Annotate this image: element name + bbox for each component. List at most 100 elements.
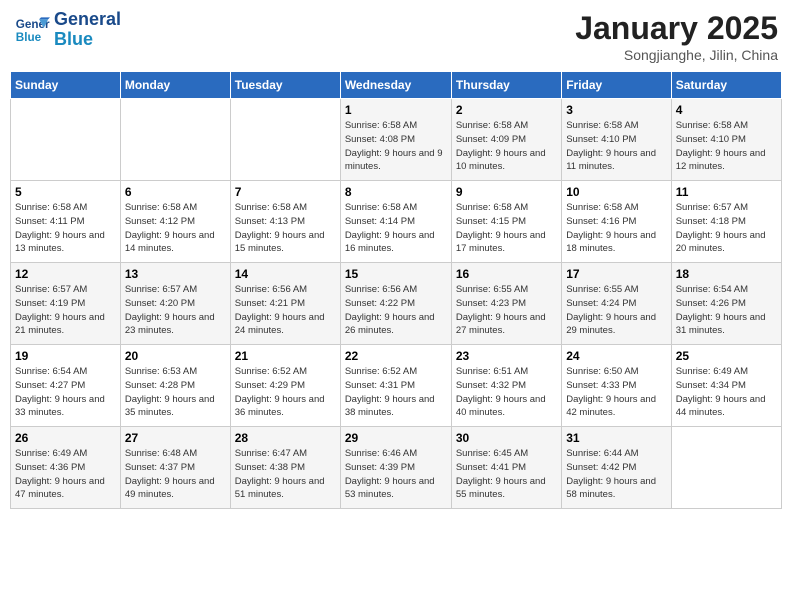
day-number: 14 — [235, 267, 336, 281]
day-number: 6 — [125, 185, 226, 199]
calendar-table: SundayMondayTuesdayWednesdayThursdayFrid… — [10, 71, 782, 509]
day-number: 18 — [676, 267, 777, 281]
day-number: 28 — [235, 431, 336, 445]
col-header-monday: Monday — [120, 72, 230, 99]
day-number: 11 — [676, 185, 777, 199]
day-cell — [671, 427, 781, 509]
day-number: 29 — [345, 431, 447, 445]
day-number: 3 — [566, 103, 666, 117]
day-number: 31 — [566, 431, 666, 445]
logo: General Blue General Blue — [14, 10, 121, 50]
week-row-3: 12Sunrise: 6:57 AMSunset: 4:19 PMDayligh… — [11, 263, 782, 345]
day-detail: Sunrise: 6:58 AMSunset: 4:12 PMDaylight:… — [125, 201, 226, 256]
day-cell: 10Sunrise: 6:58 AMSunset: 4:16 PMDayligh… — [562, 181, 671, 263]
day-cell: 17 Sunrise: 6:55 AMSunset: 4:24 PMDayligh… — [562, 263, 671, 345]
day-number: 30 — [456, 431, 557, 445]
day-detail: Sunrise: 6:48 AMSunset: 4:37 PMDaylight:… — [125, 447, 226, 502]
day-detail: Sunrise: 6:52 AMSunset: 4:29 PMDaylight:… — [235, 365, 336, 420]
logo-icon: General Blue — [14, 12, 50, 48]
day-cell: 28 Sunrise: 6:47 AMSunset: 4:38 PMDayligh… — [230, 427, 340, 509]
day-detail: Sunrise: 6:54 AMSunset: 4:26 PMDaylight:… — [676, 283, 777, 338]
day-detail: Sunrise: 6:57 AMSunset: 4:19 PMDaylight:… — [15, 283, 116, 338]
day-number: 27 — [125, 431, 226, 445]
day-detail: Sunrise: 6:44 AMSunset: 4:42 PMDaylight:… — [566, 447, 666, 502]
day-detail: Sunrise: 6:49 AMSunset: 4:36 PMDaylight:… — [15, 447, 116, 502]
calendar-header-row: SundayMondayTuesdayWednesdayThursdayFrid… — [11, 72, 782, 99]
day-cell: 25 Sunrise: 6:49 AMSunset: 4:34 PMDayligh… — [671, 345, 781, 427]
col-header-sunday: Sunday — [11, 72, 121, 99]
week-row-2: 5 Sunrise: 6:58 AMSunset: 4:11 PMDaylight… — [11, 181, 782, 263]
day-detail: Sunrise: 6:55 AMSunset: 4:23 PMDaylight:… — [456, 283, 557, 338]
day-detail: Sunrise: 6:58 AMSunset: 4:13 PMDaylight:… — [235, 201, 336, 256]
day-detail: Sunrise: 6:58 AMSunset: 4:09 PMDaylight:… — [456, 119, 557, 174]
day-cell — [11, 99, 121, 181]
day-detail: Sunrise: 6:50 AMSunset: 4:33 PMDaylight:… — [566, 365, 666, 420]
day-detail: Sunrise: 6:58 AMSunset: 4:10 PMDaylight:… — [676, 119, 777, 174]
day-cell: 18 Sunrise: 6:54 AMSunset: 4:26 PMDayligh… — [671, 263, 781, 345]
day-cell: 4 Sunrise: 6:58 AMSunset: 4:10 PMDaylight… — [671, 99, 781, 181]
day-cell: 14Sunrise: 6:56 AMSunset: 4:21 PMDayligh… — [230, 263, 340, 345]
day-number: 19 — [15, 349, 116, 363]
day-detail: Sunrise: 6:57 AMSunset: 4:20 PMDaylight:… — [125, 283, 226, 338]
col-header-wednesday: Wednesday — [340, 72, 451, 99]
week-row-5: 26 Sunrise: 6:49 AMSunset: 4:36 PMDayligh… — [11, 427, 782, 509]
day-detail: Sunrise: 6:51 AMSunset: 4:32 PMDaylight:… — [456, 365, 557, 420]
day-number: 20 — [125, 349, 226, 363]
week-row-1: 1Sunrise: 6:58 AMSunset: 4:08 PMDaylight… — [11, 99, 782, 181]
day-number: 7 — [235, 185, 336, 199]
page-header: General Blue General Blue January 2025 S… — [10, 10, 782, 63]
day-detail: Sunrise: 6:58 AMSunset: 4:16 PMDaylight:… — [566, 201, 666, 256]
calendar-body: 1Sunrise: 6:58 AMSunset: 4:08 PMDaylight… — [11, 99, 782, 509]
day-cell: 3 Sunrise: 6:58 AMSunset: 4:10 PMDaylight… — [562, 99, 671, 181]
day-number: 23 — [456, 349, 557, 363]
day-cell: 30 Sunrise: 6:45 AMSunset: 4:41 PMDayligh… — [451, 427, 561, 509]
day-number: 21 — [235, 349, 336, 363]
day-cell: 16Sunrise: 6:55 AMSunset: 4:23 PMDayligh… — [451, 263, 561, 345]
day-cell: 15Sunrise: 6:56 AMSunset: 4:22 PMDayligh… — [340, 263, 451, 345]
day-cell: 7 Sunrise: 6:58 AMSunset: 4:13 PMDaylight… — [230, 181, 340, 263]
day-detail: Sunrise: 6:53 AMSunset: 4:28 PMDaylight:… — [125, 365, 226, 420]
day-number: 8 — [345, 185, 447, 199]
day-detail: Sunrise: 6:52 AMSunset: 4:31 PMDaylight:… — [345, 365, 447, 420]
day-cell: 2Sunrise: 6:58 AMSunset: 4:09 PMDaylight… — [451, 99, 561, 181]
day-detail: Sunrise: 6:46 AMSunset: 4:39 PMDaylight:… — [345, 447, 447, 502]
day-number: 13 — [125, 267, 226, 281]
day-cell: 1Sunrise: 6:58 AMSunset: 4:08 PMDaylight… — [340, 99, 451, 181]
day-cell: 5 Sunrise: 6:58 AMSunset: 4:11 PMDaylight… — [11, 181, 121, 263]
day-detail: Sunrise: 6:58 AMSunset: 4:15 PMDaylight:… — [456, 201, 557, 256]
day-number: 17 — [566, 267, 666, 281]
title-block: January 2025 Songjianghe, Jilin, China — [575, 10, 778, 63]
svg-text:Blue: Blue — [16, 31, 42, 44]
day-cell: 29 Sunrise: 6:46 AMSunset: 4:39 PMDayligh… — [340, 427, 451, 509]
day-cell: 8 Sunrise: 6:58 AMSunset: 4:14 PMDaylight… — [340, 181, 451, 263]
day-detail: Sunrise: 6:58 AMSunset: 4:10 PMDaylight:… — [566, 119, 666, 174]
day-detail: Sunrise: 6:49 AMSunset: 4:34 PMDaylight:… — [676, 365, 777, 420]
logo-text-blue: Blue — [54, 30, 121, 50]
day-cell: 24 Sunrise: 6:50 AMSunset: 4:33 PMDayligh… — [562, 345, 671, 427]
day-number: 25 — [676, 349, 777, 363]
day-detail: Sunrise: 6:47 AMSunset: 4:38 PMDaylight:… — [235, 447, 336, 502]
day-cell: 11 Sunrise: 6:57 AMSunset: 4:18 PMDayligh… — [671, 181, 781, 263]
col-header-tuesday: Tuesday — [230, 72, 340, 99]
day-detail: Sunrise: 6:57 AMSunset: 4:18 PMDaylight:… — [676, 201, 777, 256]
day-number: 4 — [676, 103, 777, 117]
day-number: 26 — [15, 431, 116, 445]
day-number: 15 — [345, 267, 447, 281]
day-cell: 22Sunrise: 6:52 AMSunset: 4:31 PMDayligh… — [340, 345, 451, 427]
day-detail: Sunrise: 6:45 AMSunset: 4:41 PMDaylight:… — [456, 447, 557, 502]
day-number: 24 — [566, 349, 666, 363]
day-detail: Sunrise: 6:55 AMSunset: 4:24 PMDaylight:… — [566, 283, 666, 338]
day-detail: Sunrise: 6:58 AMSunset: 4:14 PMDaylight:… — [345, 201, 447, 256]
day-number: 5 — [15, 185, 116, 199]
day-cell: 6 Sunrise: 6:58 AMSunset: 4:12 PMDaylight… — [120, 181, 230, 263]
day-cell: 12Sunrise: 6:57 AMSunset: 4:19 PMDayligh… — [11, 263, 121, 345]
day-cell — [120, 99, 230, 181]
day-cell: 31 Sunrise: 6:44 AMSunset: 4:42 PMDayligh… — [562, 427, 671, 509]
day-detail: Sunrise: 6:58 AMSunset: 4:11 PMDaylight:… — [15, 201, 116, 256]
col-header-friday: Friday — [562, 72, 671, 99]
day-cell: 20 Sunrise: 6:53 AMSunset: 4:28 PMDayligh… — [120, 345, 230, 427]
logo-text-general: General — [54, 10, 121, 30]
day-cell: 21 Sunrise: 6:52 AMSunset: 4:29 PMDayligh… — [230, 345, 340, 427]
day-number: 9 — [456, 185, 557, 199]
col-header-saturday: Saturday — [671, 72, 781, 99]
